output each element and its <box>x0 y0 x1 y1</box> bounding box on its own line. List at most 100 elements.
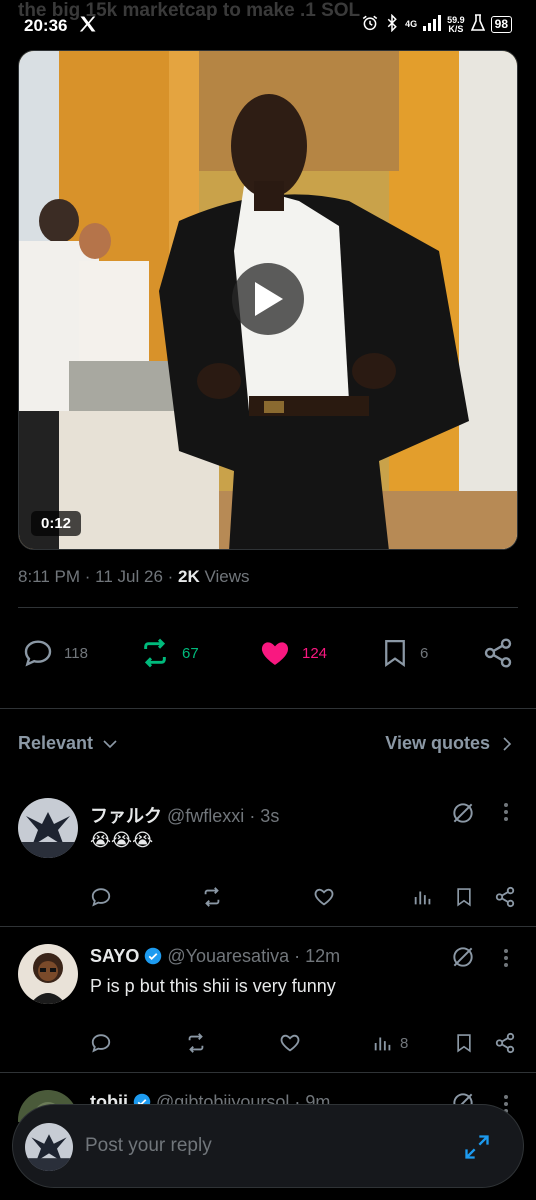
view-quotes-link[interactable]: View quotes <box>385 733 514 754</box>
reply-composer[interactable]: Post your reply <box>12 1104 524 1188</box>
reply-views-button[interactable]: 8 <box>372 1032 408 1054</box>
grok-icon <box>453 947 473 967</box>
more-icon <box>504 949 508 967</box>
x-logo-icon <box>78 14 98 39</box>
bookmark-icon <box>385 640 405 668</box>
repost-count: 67 <box>182 644 199 662</box>
clock: 20:36 <box>24 16 68 35</box>
reply-reply-button[interactable] <box>90 1032 112 1054</box>
avatar[interactable] <box>18 944 78 1004</box>
reply-author-name[interactable]: ファルク <box>90 806 162 826</box>
reply-item[interactable]: ファルク @fwflexxi · 3s 😭😭😭 <box>0 790 536 926</box>
more-icon <box>504 803 508 821</box>
play-button[interactable] <box>232 263 304 335</box>
repost-icon <box>204 887 220 907</box>
like-button[interactable]: 124 <box>258 637 327 669</box>
bookmark-icon <box>457 1034 471 1053</box>
reply-share-button[interactable] <box>494 1032 516 1054</box>
expand-icon <box>465 1135 489 1159</box>
reply-button[interactable]: 118 <box>22 637 88 669</box>
reply-input[interactable]: Post your reply <box>85 1135 212 1157</box>
tweet-date: 11 Jul 26 <box>95 567 163 586</box>
divider <box>0 708 536 709</box>
reply-item[interactable]: SAYO @Youaresativa · 12m P is p but this… <box>0 936 536 1072</box>
like-count: 124 <box>302 644 328 662</box>
repost-icon <box>144 638 166 668</box>
heart-icon <box>314 888 334 906</box>
battery-icon: 98 <box>490 16 512 33</box>
reply-text: 😭😭😭 <box>90 830 154 850</box>
views-count[interactable]: 2K <box>178 567 200 586</box>
reply-author-handle[interactable]: @Youaresativa <box>167 946 289 966</box>
divider <box>0 1072 536 1073</box>
alarm-icon <box>361 14 379 35</box>
more-options-button[interactable] <box>500 946 512 975</box>
tweet-video[interactable]: 0:12 <box>18 50 518 550</box>
heart-icon <box>280 1034 300 1052</box>
play-icon <box>255 282 283 316</box>
reply-count: 118 <box>64 644 88 662</box>
meta-separator: · <box>80 567 96 586</box>
net-speed: 59.9 K/S <box>447 14 465 34</box>
scrolled-tweet-text: the big 15k marketcap to make .1 SOL <box>18 0 361 21</box>
reply-actions <box>90 886 520 912</box>
views-icon <box>374 1037 391 1051</box>
reply-views-count: 8 <box>400 1034 409 1052</box>
reply-icon <box>24 640 52 667</box>
heart-icon <box>261 642 289 665</box>
reply-actions: 8 <box>90 1032 520 1058</box>
divider <box>0 926 536 927</box>
network-type: 4G <box>405 19 418 29</box>
reply-time: · 12m <box>289 946 341 966</box>
repost-icon <box>188 1033 204 1053</box>
video-duration: 0:12 <box>31 511 82 536</box>
reply-time: · 3s <box>244 806 280 826</box>
status-bar: the big 15k marketcap to make .1 SOL 20:… <box>0 0 536 54</box>
view-quotes-label: View quotes <box>385 733 490 753</box>
status-icons: 4G 59.9 K/S 98 <box>361 13 512 35</box>
reply-author-handle[interactable]: @fwflexxi <box>167 806 244 826</box>
bookmark-count: 6 <box>420 644 429 662</box>
views-icon <box>414 891 431 905</box>
bookmark-button[interactable]: 6 <box>380 637 428 669</box>
reply-text: P is p but this shii is very funny <box>90 976 336 996</box>
reply-views-button[interactable] <box>412 886 440 908</box>
bookmark-icon <box>457 888 471 907</box>
reply-share-button[interactable] <box>494 886 516 908</box>
reply-author-name[interactable]: SAYO <box>90 946 139 966</box>
reply-reply-button[interactable] <box>90 886 112 908</box>
signal-icon <box>423 15 442 34</box>
tweet-action-bar: 118 67 124 6 <box>18 633 518 677</box>
verified-icon <box>145 947 162 965</box>
views-label: Views <box>199 567 250 586</box>
expand-button[interactable] <box>463 1133 491 1166</box>
reply-bookmark-button[interactable] <box>454 886 474 908</box>
grok-icon <box>453 803 473 823</box>
grok-button[interactable] <box>450 944 476 975</box>
divider <box>18 607 518 608</box>
bluetooth-icon <box>385 13 399 35</box>
reply-like-button[interactable] <box>312 886 336 908</box>
reply-icon <box>91 888 111 907</box>
reply-repost-button[interactable] <box>200 886 224 908</box>
tweet-time: 8:11 PM <box>18 567 81 586</box>
avatar <box>25 1123 73 1171</box>
reply-bookmark-button[interactable] <box>454 1032 474 1054</box>
share-icon <box>495 1032 515 1054</box>
reply-header: ファルク @fwflexxi · 3s <box>90 802 279 828</box>
more-options-button[interactable] <box>500 800 512 829</box>
sort-dropdown[interactable]: Relevant <box>18 733 119 754</box>
reply-like-button[interactable] <box>278 1032 302 1054</box>
reply-repost-button[interactable] <box>184 1032 208 1054</box>
avatar[interactable] <box>18 798 78 858</box>
chevron-right-icon <box>503 736 512 751</box>
share-icon <box>484 638 512 668</box>
tweet-meta: 8:11 PM · 11 Jul 26 · 2K Views <box>18 567 250 587</box>
repost-button[interactable]: 67 <box>138 637 199 669</box>
reply-header: SAYO @Youaresativa · 12m <box>90 946 340 967</box>
share-button[interactable] <box>482 637 514 669</box>
meta-separator: · <box>162 567 179 586</box>
chevron-down-icon <box>103 739 117 748</box>
grok-button[interactable] <box>450 800 476 831</box>
reply-icon <box>91 1034 111 1053</box>
